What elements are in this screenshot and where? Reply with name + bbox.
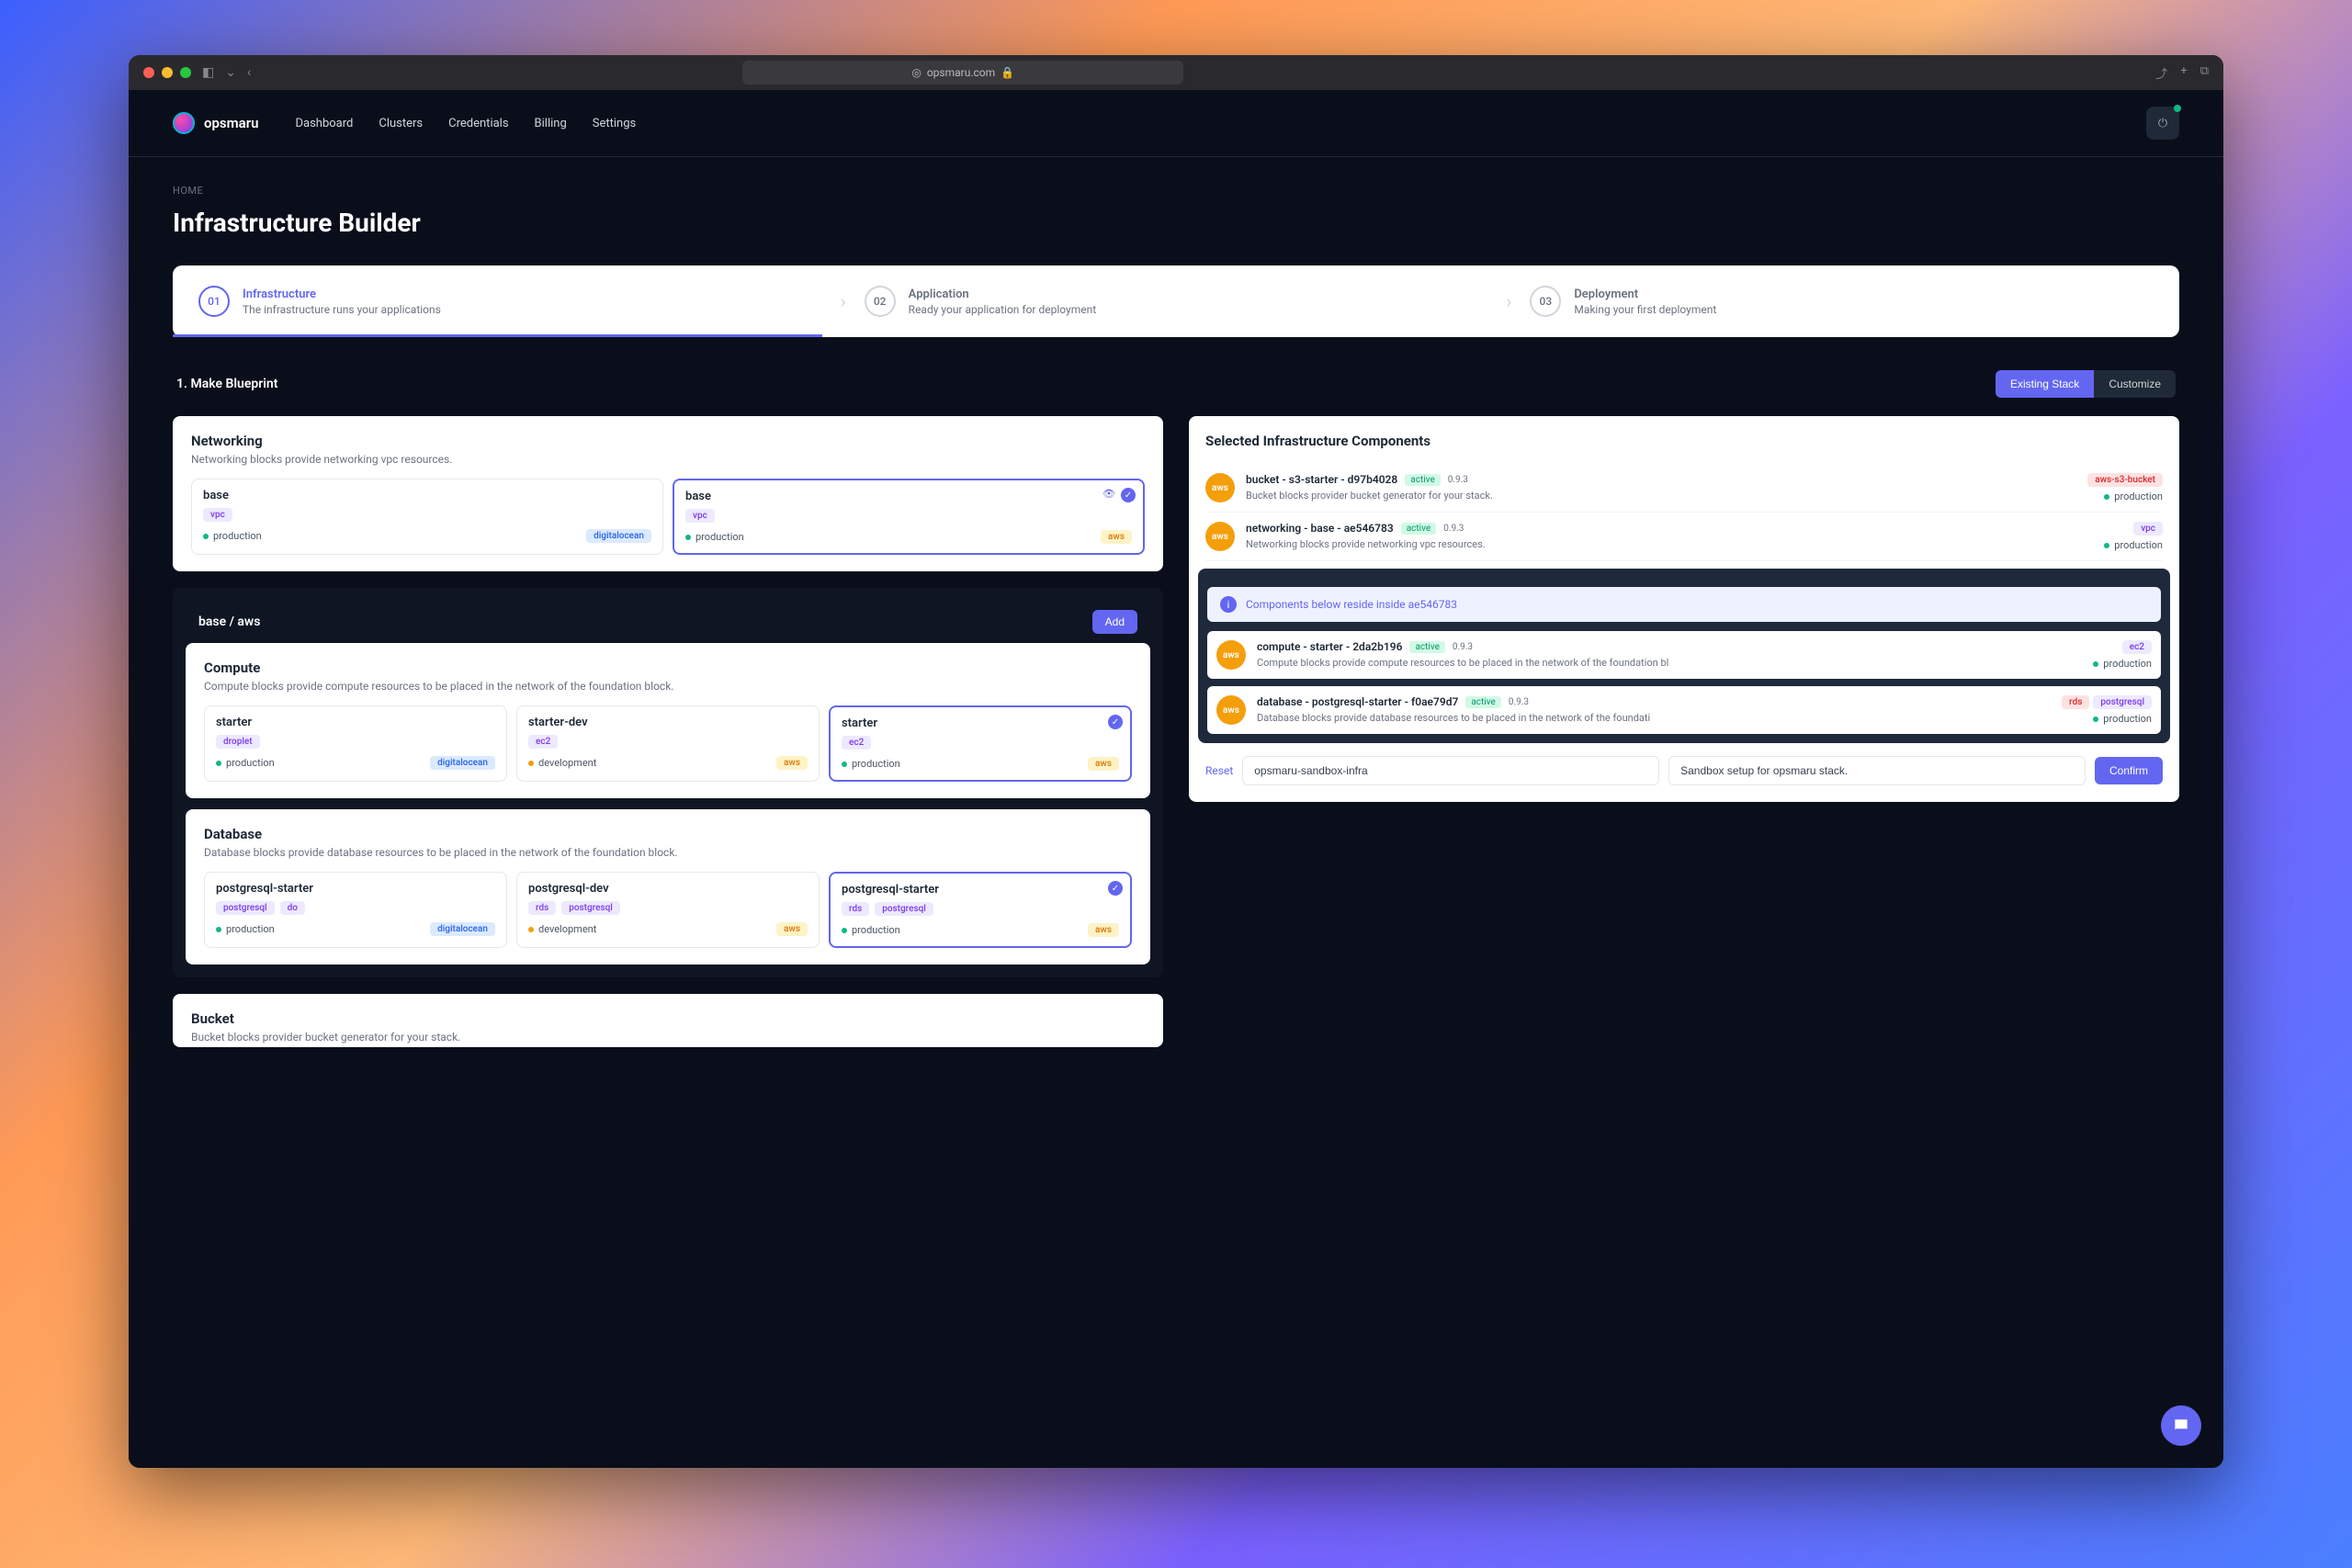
sidebar-icon[interactable]: ◧ [202, 65, 214, 80]
selected-item-networking[interactable]: aws networking - base - ae546783 active … [1205, 513, 2163, 561]
confirm-button[interactable]: Confirm [2095, 757, 2163, 784]
nav-billing[interactable]: Billing [535, 117, 567, 130]
maximize-window[interactable] [180, 67, 191, 78]
share-icon[interactable]: ⤴ [2155, 64, 2167, 82]
power-button[interactable]: ⏻ [2146, 107, 2179, 140]
stepper: 01 Infrastructure The infrastructure run… [173, 265, 2179, 337]
aws-icon: aws [1216, 640, 1246, 670]
bucket-panel: Bucket Bucket blocks provider bucket gen… [173, 994, 1163, 1047]
step-infrastructure[interactable]: 01 Infrastructure The infrastructure run… [198, 286, 822, 317]
networking-title: Networking [191, 433, 1145, 449]
blueprint-label: 1. Make Blueprint [176, 377, 277, 391]
nav-settings[interactable]: Settings [593, 117, 636, 130]
aws-icon: aws [1205, 522, 1235, 551]
compute-panel: Compute Compute blocks provide compute r… [186, 643, 1150, 798]
nested-components: i Components below reside inside ae54678… [1198, 569, 2170, 743]
database-panel: Database Database blocks provide databas… [186, 809, 1150, 964]
stack-toggle: Existing Stack Customize [1996, 370, 2176, 398]
selected-item-compute[interactable]: aws compute - starter - 2da2b196 active … [1207, 631, 2161, 679]
db-block-pg-starter-do[interactable]: postgresql-starter postgresql do product… [204, 872, 507, 948]
compute-block-starter-aws[interactable]: ✓ starter ec2 production aws [829, 705, 1132, 782]
check-icon: ✓ [1108, 881, 1123, 896]
check-icon: ✓ [1121, 488, 1136, 502]
nav-credentials[interactable]: Credentials [448, 117, 508, 130]
compute-block-starter-dev[interactable]: starter-dev ec2 development aws [516, 705, 820, 782]
selected-components-panel: Selected Infrastructure Components aws b… [1189, 416, 2179, 802]
logo-icon [173, 112, 195, 134]
networking-desc: Networking blocks provide networking vpc… [191, 453, 1145, 466]
minimize-window[interactable] [162, 67, 173, 78]
nav-dashboard[interactable]: Dashboard [296, 117, 354, 130]
top-nav: opsmaru Dashboard Clusters Credentials B… [129, 90, 2223, 157]
shield-icon: ◎ [911, 66, 921, 79]
new-tab-icon[interactable]: + [2180, 64, 2187, 82]
browser-chrome: ◧ ⌄ ‹ ◎ opsmaru.com 🔒 ⤴ + ⧉ [129, 55, 2223, 90]
chat-icon [2172, 1416, 2190, 1435]
aws-icon: aws [1205, 473, 1235, 502]
chevron-down-icon[interactable]: ⌄ [225, 65, 236, 80]
chat-fab[interactable] [2161, 1405, 2201, 1446]
toggle-existing-stack[interactable]: Existing Stack [1996, 370, 2094, 398]
reset-link[interactable]: Reset [1205, 764, 1233, 777]
breadcrumb[interactable]: HOME [173, 185, 2179, 197]
lock-icon: 🔒 [1001, 66, 1014, 79]
base-aws-panel: base / aws Add Compute Compute blocks pr… [173, 588, 1163, 977]
info-banner: i Components below reside inside ae54678… [1207, 587, 2161, 622]
close-window[interactable] [143, 67, 154, 78]
back-icon[interactable]: ‹ [247, 65, 251, 80]
selected-item-bucket[interactable]: aws bucket - s3-starter - d97b4028 activ… [1205, 464, 2163, 513]
aws-icon: aws [1216, 695, 1246, 725]
selected-item-database[interactable]: aws database - postgresql-starter - f0ae… [1207, 686, 2161, 734]
chevron-right-icon: › [1506, 290, 1511, 312]
add-button[interactable]: Add [1092, 610, 1137, 634]
toggle-customize[interactable]: Customize [2094, 370, 2176, 398]
networking-panel: Networking Networking blocks provide net… [173, 416, 1163, 571]
base-aws-title: base / aws [198, 615, 260, 629]
networking-block-base-do[interactable]: base vpc production digitalocean [191, 479, 663, 555]
networking-block-base-aws[interactable]: 👁 ✓ base vpc production aws [673, 479, 1145, 555]
check-icon: ✓ [1108, 715, 1123, 729]
step-application[interactable]: 02 Application Ready your application fo… [865, 286, 1488, 317]
page-title: Infrastructure Builder [173, 208, 2179, 238]
chevron-right-icon: › [841, 290, 846, 312]
compute-block-starter-do[interactable]: starter droplet production digitalocean [204, 705, 507, 782]
info-icon: i [1220, 596, 1237, 613]
db-block-pg-starter-aws[interactable]: ✓ postgresql-starter rds postgresql prod… [829, 872, 1132, 948]
url-bar[interactable]: ◎ opsmaru.com 🔒 [742, 61, 1183, 85]
eye-icon: 👁 [1102, 488, 1117, 502]
db-block-pg-dev[interactable]: postgresql-dev rds postgresql developmen… [516, 872, 820, 948]
brand: opsmaru [204, 115, 259, 131]
infra-name-input[interactable] [1242, 756, 1659, 785]
infra-desc-input[interactable] [1668, 756, 2086, 785]
tabs-icon[interactable]: ⧉ [2200, 64, 2209, 82]
url-text: opsmaru.com [927, 66, 995, 79]
step-deployment[interactable]: 03 Deployment Making your first deployme… [1530, 286, 2154, 317]
nav-clusters[interactable]: Clusters [379, 117, 423, 130]
